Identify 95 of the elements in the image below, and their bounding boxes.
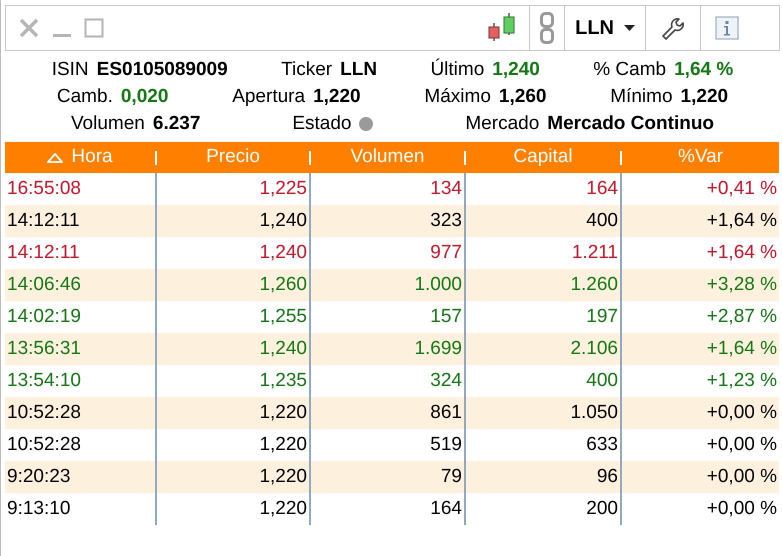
info-label: Último [430,58,484,82]
info-label: % Camb [593,58,666,82]
table-cell-text: 9:13:10 [7,496,70,521]
table-cell-text: 861 [430,400,462,425]
table-cell-text: 1,240 [259,336,307,361]
table-cell-text: +3,28 % [706,272,777,297]
table-row[interactable]: 14:06:46 1,260 1.000 1.260 +3,28 % [5,269,779,301]
info-value: 1,240 [492,58,540,82]
table-cell-text: 1,225 [259,176,307,201]
wrench-icon[interactable] [660,15,686,41]
info-value: 1,220 [680,85,728,109]
table-cell-text: 1,240 [259,240,307,265]
table-row[interactable]: 14:02:19 1,255 157 197 +2,87 % [5,301,779,333]
table-cell-text: 134 [430,176,462,201]
table-row[interactable]: 13:54:10 1,235 324 400 +1,23 % [5,365,779,397]
table-cell-text: +0,00 % [706,432,777,457]
table-cell-text: 977 [430,240,462,265]
close-icon[interactable] [18,17,40,39]
table-cell-text: 16:55:08 [7,176,81,201]
table-cell-text: 1,220 [259,464,307,489]
info-value: 1,260 [498,85,546,109]
info-value: Mercado Continuo [547,112,714,136]
info-label: Apertura [232,85,306,109]
table-cell-text: 200 [586,496,618,521]
table-cell-text: +0,00 % [706,496,777,521]
table-cell-text: 323 [430,208,462,233]
table-cell-text: 519 [430,432,462,457]
table-cell-text: 400 [586,208,618,233]
table-cell-text: 1.000 [414,272,462,297]
info-label: Mínimo [610,85,673,109]
info-value: 1,64 % [674,58,734,82]
info-label: Ticker [281,58,332,82]
table-cell-text: +2,87 % [706,304,777,329]
table-cell-text: 79 [440,464,462,489]
table-cell-text: 400 [586,368,618,393]
table-cell-text: 1,240 [259,208,307,233]
table-cell-text: +0,00 % [706,464,777,489]
table-row[interactable]: 16:55:08 1,225 134 164 +0,41 % [5,173,779,205]
info-value: 1,220 [313,85,361,109]
table-cell-text: +0,41 % [706,176,777,201]
table-cell-text: 14:12:11 [7,208,80,233]
table-row[interactable]: 13:56:31 1,240 1.699 2.106 +1,64 % [5,333,779,365]
table-cell-text: 14:02:19 [7,304,81,329]
info-value: LLN [340,58,378,82]
table-cell-text: 1,220 [259,400,307,425]
table-cell-text: +0,00 % [706,400,777,425]
table-cell-text: 1,255 [259,304,307,329]
table-cell-text: 1,260 [259,272,307,297]
table-cell-text: 13:56:31 [7,336,81,361]
table-cell-text: 10:52:28 [7,400,81,425]
info-value: ES0105089009 [96,58,228,82]
table-cell-text: 1.211 [572,240,618,265]
table-cell-text: 1,220 [259,432,307,457]
table-cell-text: 10:52:28 [7,432,81,457]
table-cell-text: 633 [586,432,618,457]
table-cell-text: 1,235 [259,368,307,393]
table-row[interactable]: 10:52:28 1,220 861 1.050 +0,00 % [5,397,779,429]
caret-icon [624,25,635,31]
table-row[interactable]: 10:52:28 1,220 519 633 +0,00 % [5,429,779,461]
table-cell-text: +1,64 % [706,208,777,233]
table-cell-text: 1.050 [570,400,618,425]
info-value: 6.237 [152,112,200,136]
table-cell-text: +1,23 % [706,368,777,393]
info-label: Estado [292,112,352,136]
table-cell-text: 1,220 [259,496,307,521]
table-cell-text: 14:06:46 [7,272,81,297]
table-row[interactable]: 14:12:11 1,240 323 400 +1,64 % [5,205,779,237]
symbol-dropdown[interactable]: LLN [564,6,645,50]
table-cell-text: 1.699 [414,336,462,361]
table-cell-text: 96 [596,464,618,489]
info-label: Volumen [70,112,145,136]
table-cell-text: +1,64 % [706,240,777,265]
table-cell-text: 2.106 [570,336,618,361]
info-icon[interactable] [715,16,739,40]
info-label: Mercado [465,112,540,136]
info-label: Máximo [424,85,491,109]
table-cell-text: 1.260 [570,272,618,297]
table-cell-text: 324 [430,368,462,393]
table-row[interactable]: 9:20:23 1,220 79 96 +0,00 % [5,461,779,493]
table-cell-text: 164 [430,496,462,521]
table-cell-text: 9:20:23 [7,464,70,489]
info-label: Camb. [56,85,113,109]
info-label: ISIN [52,58,89,82]
table-cell-text: 13:54:10 [7,368,81,393]
table-cell-text: 164 [586,176,618,201]
maximize-icon[interactable] [84,18,104,38]
table-row[interactable]: 9:13:10 1,220 164 200 +0,00 % [5,493,779,525]
table-cell-text: 14:12:11 [7,240,80,265]
table-cell-text: 197 [586,304,618,329]
table-row[interactable]: 14:12:11 1,240 977 1.211 +1,64 % [5,237,779,269]
table-cell-text: 157 [430,304,462,329]
sort-icon [47,152,64,162]
link-icon[interactable] [540,12,554,44]
info-value: 0,020 [120,85,168,109]
table-cell-text: +1,64 % [706,336,777,361]
